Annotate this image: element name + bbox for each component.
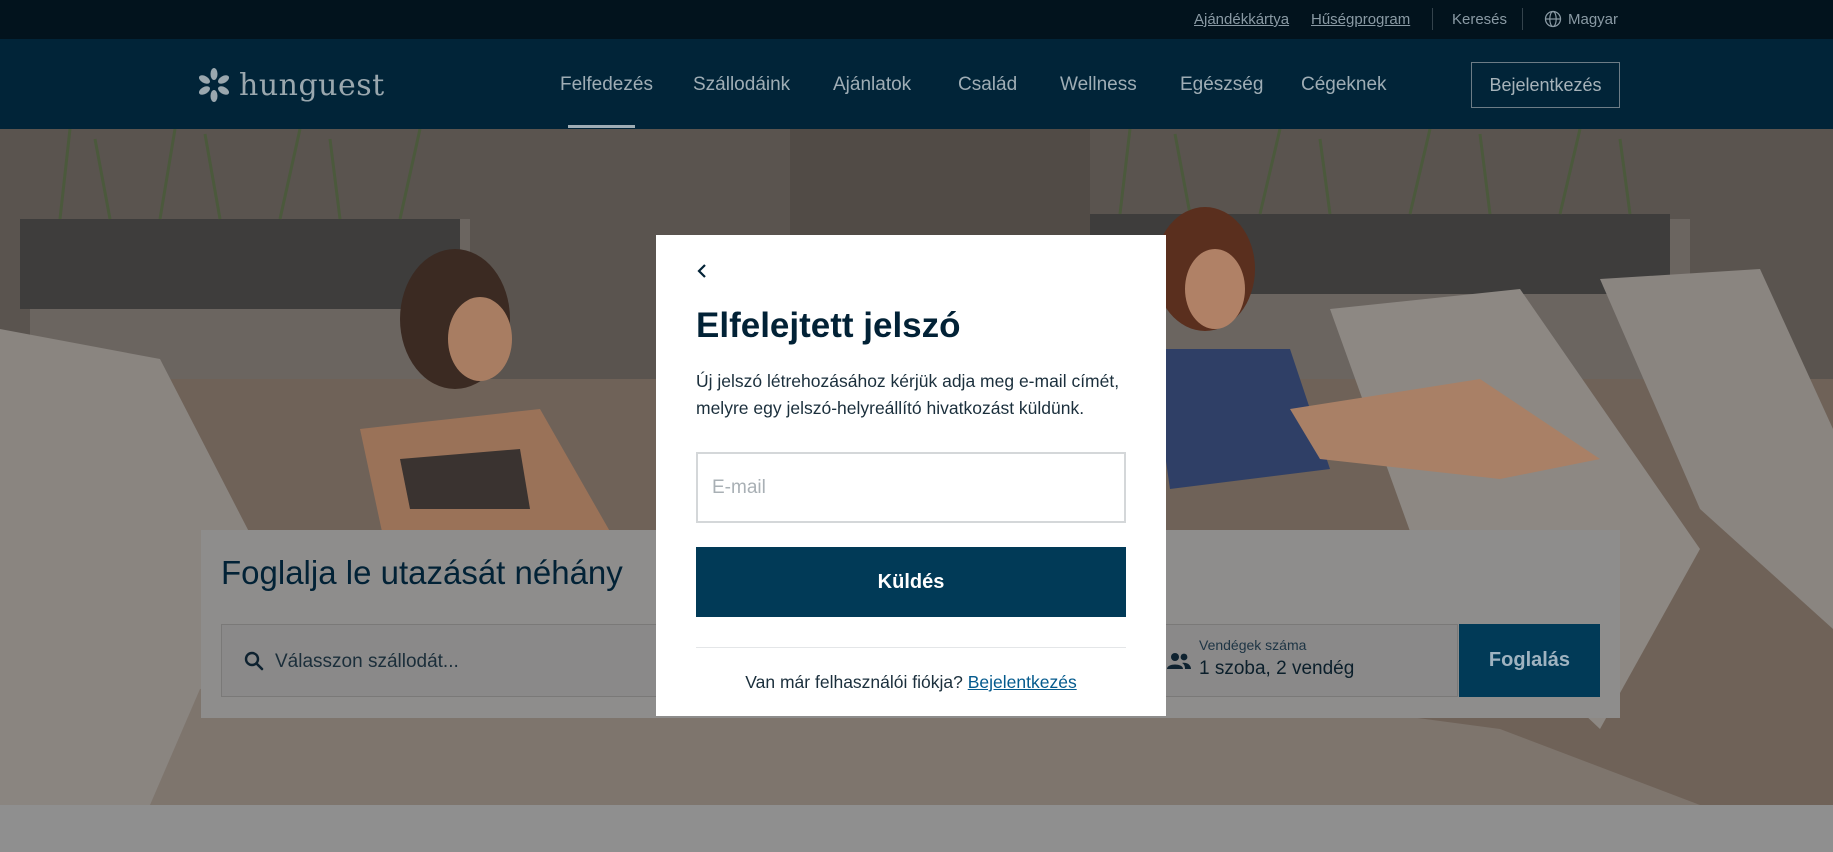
utility-divider	[1432, 8, 1433, 30]
search-link[interactable]: Keresés	[1452, 11, 1507, 28]
guests-value: 1 szoba, 2 vendég	[1199, 658, 1355, 679]
main-navigation: hunguest Felfedezés Szállodáink Ajánlato…	[0, 39, 1833, 129]
back-button[interactable]	[690, 259, 714, 283]
nav-item-szallodaink[interactable]: Szállodáink	[693, 74, 790, 96]
booking-title: Foglalja le utazását néhány	[221, 554, 623, 591]
footer-text: Van már felhasználói fiókja?	[745, 672, 963, 692]
loyalty-program-link[interactable]: Hűségprogram	[1311, 11, 1410, 28]
book-button[interactable]: Foglalás	[1459, 624, 1600, 697]
hunguest-logo[interactable]: hunguest	[199, 65, 385, 105]
login-button[interactable]: Bejelentkezés	[1471, 62, 1620, 108]
guests-icon	[1167, 653, 1191, 669]
send-button[interactable]: Küldés	[696, 547, 1126, 617]
nav-item-egeszseg[interactable]: Egészség	[1180, 74, 1263, 96]
active-nav-indicator	[568, 125, 635, 128]
email-field[interactable]	[696, 452, 1126, 523]
nav-item-cegeknek[interactable]: Cégeknek	[1301, 74, 1387, 96]
modal-divider	[696, 647, 1126, 648]
guests-selector[interactable]: Vendégek száma 1 szoba, 2 vendég	[1156, 624, 1458, 697]
nav-item-csalad[interactable]: Család	[958, 74, 1017, 96]
modal-description: Új jelszó létrehozásához kérjük adja meg…	[696, 371, 1120, 418]
language-selector[interactable]: Magyar	[1568, 11, 1618, 28]
search-icon	[244, 651, 264, 671]
hotel-select[interactable]: Válasszon szállodát...	[221, 624, 673, 697]
gift-card-link[interactable]: Ajándékkártya	[1194, 11, 1289, 28]
chevron-left-icon	[697, 264, 706, 278]
nav-item-felfedezes[interactable]: Felfedezés	[560, 74, 653, 96]
nav-item-wellness[interactable]: Wellness	[1060, 74, 1137, 96]
utility-divider	[1522, 8, 1523, 30]
logo-flower-icon	[199, 68, 229, 102]
utility-bar: Ajándékkártya Hűségprogram Keresés Magya…	[0, 0, 1833, 39]
hotel-select-placeholder: Válasszon szállodát...	[275, 651, 459, 672]
logo-text: hunguest	[239, 67, 385, 103]
guests-label: Vendégek száma	[1199, 637, 1307, 653]
page-content-below	[0, 805, 1833, 852]
modal-title: Elfelejtett jelszó	[696, 306, 961, 345]
login-link[interactable]: Bejelentkezés	[968, 672, 1077, 692]
globe-icon[interactable]	[1544, 10, 1562, 28]
modal-footer: Van már felhasználói fiókja? Bejelentkez…	[656, 672, 1166, 693]
forgot-password-modal: Elfelejtett jelszó Új jelszó létrehozásá…	[656, 235, 1166, 716]
nav-item-ajanlatok[interactable]: Ajánlatok	[833, 74, 911, 96]
